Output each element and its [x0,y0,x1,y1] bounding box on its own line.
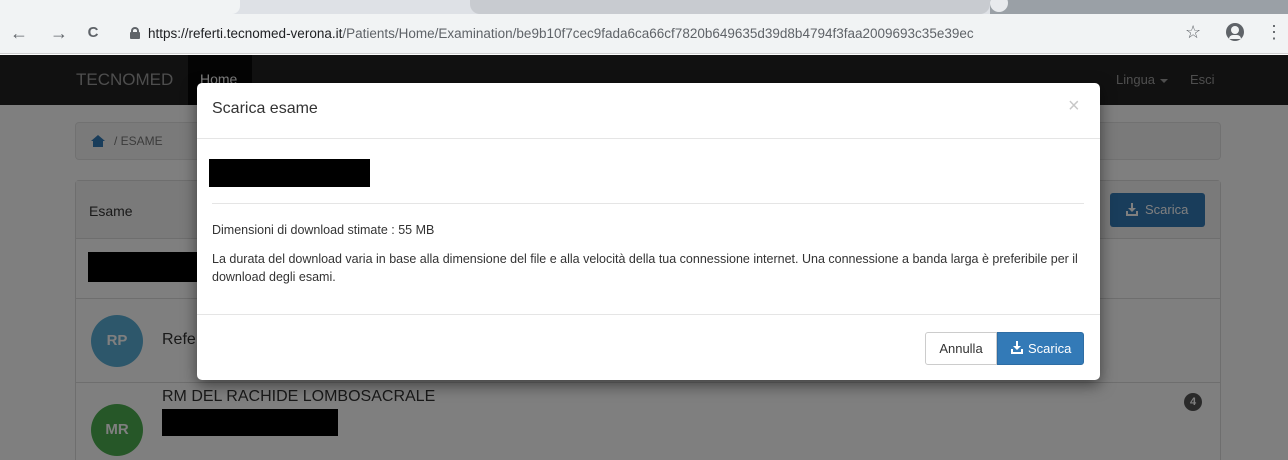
download-description: La durata del download varia in base all… [212,252,1078,284]
browser-tab-strip [0,0,1288,14]
download-size-label: Dimensioni di download stimate : 55 MB [212,223,435,237]
address-bar[interactable]: https://referti.tecnomed-verona.it/Patie… [116,20,1216,48]
bookmark-star-icon[interactable]: ☆ [1185,22,1201,43]
modal-footer: Annulla Scarica [197,314,1100,380]
page-content: TECNOMED Home Lingua Esci / ESAME Esame … [0,55,1288,460]
reload-icon[interactable]: C [82,22,104,44]
redacted-block [209,159,370,187]
close-icon[interactable]: × [1068,95,1080,118]
modal-header: Scarica esame × [197,83,1100,139]
browser-tab[interactable] [0,0,240,14]
download-modal: Scarica esame × Dimensioni di download s… [197,83,1100,380]
url-host: https://referti.tecnomed-verona.it [148,26,343,41]
download-button-label: Scarica [1028,341,1072,356]
divider [212,203,1084,204]
cancel-button[interactable]: Annulla [925,332,997,365]
lock-icon [130,27,140,39]
download-button[interactable]: Scarica [997,332,1084,365]
url-text: https://referti.tecnomed-verona.it/Patie… [148,26,974,41]
browser-toolbar: ← → C https://referti.tecnomed-verona.it… [0,14,1288,54]
modal-body: Dimensioni di download stimate : 55 MB L… [197,139,1100,314]
browser-tab[interactable] [990,0,1288,14]
browser-menu-icon[interactable]: ⋮ [1265,22,1283,43]
profile-icon[interactable] [1226,23,1244,41]
back-icon[interactable]: ← [8,22,30,44]
modal-title: Scarica esame [212,100,318,117]
browser-tab[interactable] [470,0,990,14]
url-path: /Patients/Home/Examination/be9b10f7cec9f… [342,26,974,41]
download-icon [1011,341,1023,354]
forward-icon[interactable]: → [48,22,70,44]
